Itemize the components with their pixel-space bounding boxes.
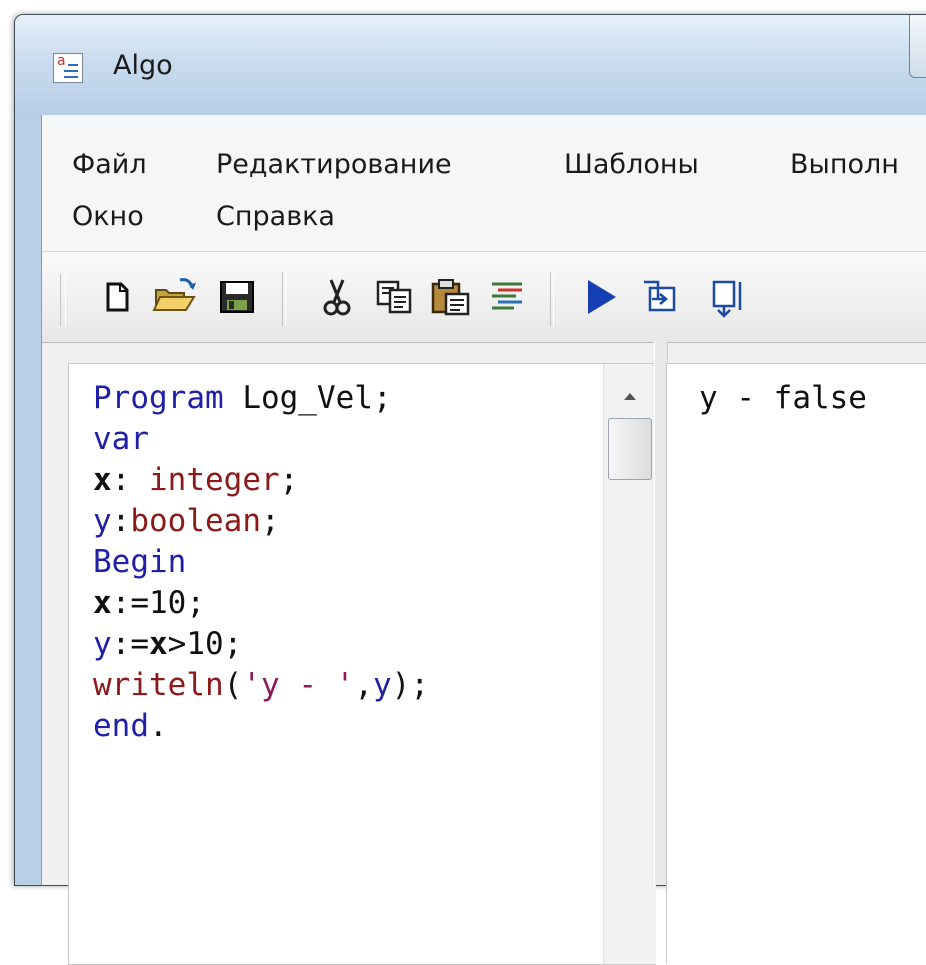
menu-bar: Файл Редактирование Шаблоны Выполн Окно … (42, 115, 926, 251)
code-token: ( (223, 667, 243, 703)
code-token: 10 (149, 585, 187, 621)
window-title: Algo (113, 50, 173, 81)
paste-icon[interactable] (426, 270, 476, 324)
code-token: y (93, 626, 112, 662)
cut-icon[interactable] (312, 270, 362, 324)
code-token: : (111, 462, 131, 498)
code-token: x (93, 462, 112, 498)
toolbar-separator (550, 272, 554, 326)
menu-edit[interactable]: Редактирование (216, 149, 452, 180)
menu-run[interactable]: Выполн (790, 149, 899, 180)
algo-app-icon[interactable]: a (53, 53, 83, 83)
code-token: end (93, 708, 149, 744)
minimize-button[interactable] (909, 15, 926, 78)
code-token: boolean (130, 503, 261, 539)
code-token: y (372, 667, 392, 703)
code-token: 10 (186, 626, 224, 662)
code-token: x (149, 626, 168, 662)
code-line[interactable]: y:boolean; (93, 501, 429, 542)
code-token: var (93, 421, 149, 457)
new-file-icon[interactable] (92, 270, 142, 324)
code-token: 'y - ' (242, 667, 355, 703)
code-line[interactable]: writeln('y - ',y); (93, 665, 429, 706)
code-token: : (111, 503, 131, 539)
code-line[interactable]: x:=10; (93, 583, 429, 624)
code-token: := (111, 585, 149, 621)
open-folder-icon[interactable] (150, 270, 200, 324)
code-token: writeln (93, 667, 224, 703)
code-token: integer (130, 462, 280, 498)
code-token: x (93, 585, 112, 621)
app-window: a Algo Файл Редактирование Шаблоны Выпол… (14, 14, 926, 965)
run-icon[interactable] (576, 270, 626, 324)
code-token: Log_Vel; (223, 380, 392, 416)
code-token: ); (391, 667, 429, 703)
menu-file[interactable]: Файл (72, 149, 147, 180)
code-line[interactable]: var (93, 419, 429, 460)
code-token: ; (261, 503, 280, 539)
output-text: y - false (699, 380, 867, 416)
code-line[interactable]: Begin (93, 542, 429, 583)
step-over-icon[interactable] (700, 270, 750, 324)
code-line[interactable]: x: integer; (93, 460, 429, 501)
client-area: Файл Редактирование Шаблоны Выполн Окно … (41, 115, 926, 965)
code-token: . (149, 708, 168, 744)
toolbar-grip[interactable] (60, 274, 66, 326)
title-bar[interactable]: a Algo (15, 15, 926, 115)
code-token: Begin (93, 544, 187, 580)
toolbar (42, 251, 926, 343)
editor-vertical-scrollbar[interactable] (603, 364, 656, 964)
code-token: > (167, 626, 187, 662)
code-token: , (354, 667, 373, 703)
code-token: Program (93, 380, 224, 416)
save-icon[interactable] (212, 270, 262, 324)
code-token: y (93, 503, 112, 539)
format-code-icon[interactable] (482, 270, 532, 324)
menu-help[interactable]: Справка (216, 201, 335, 232)
code-token: ; (186, 585, 205, 621)
code-line[interactable]: Program Log_Vel; (93, 378, 429, 419)
code-line[interactable]: y:=x>10; (93, 624, 429, 665)
step-into-icon[interactable] (638, 270, 688, 324)
copy-icon[interactable] (370, 270, 420, 324)
code-editor[interactable]: Program Log_Vel; var x: integer; y:boolean;… (68, 363, 656, 965)
menu-window[interactable]: Окно (72, 201, 144, 232)
code-token: := (111, 626, 149, 662)
code-token: ; (223, 626, 243, 662)
menu-templates[interactable]: Шаблоны (564, 149, 699, 180)
toolbar-separator (282, 272, 286, 326)
output-pane[interactable]: y - false (666, 363, 926, 964)
scroll-up-arrow-icon[interactable] (618, 386, 642, 406)
scroll-thumb[interactable] (608, 418, 652, 480)
code-line[interactable]: end. (93, 706, 429, 747)
code-text[interactable]: Program Log_Vel; var x: integer; y:boolean;… (93, 378, 429, 747)
code-token: ; (279, 462, 299, 498)
